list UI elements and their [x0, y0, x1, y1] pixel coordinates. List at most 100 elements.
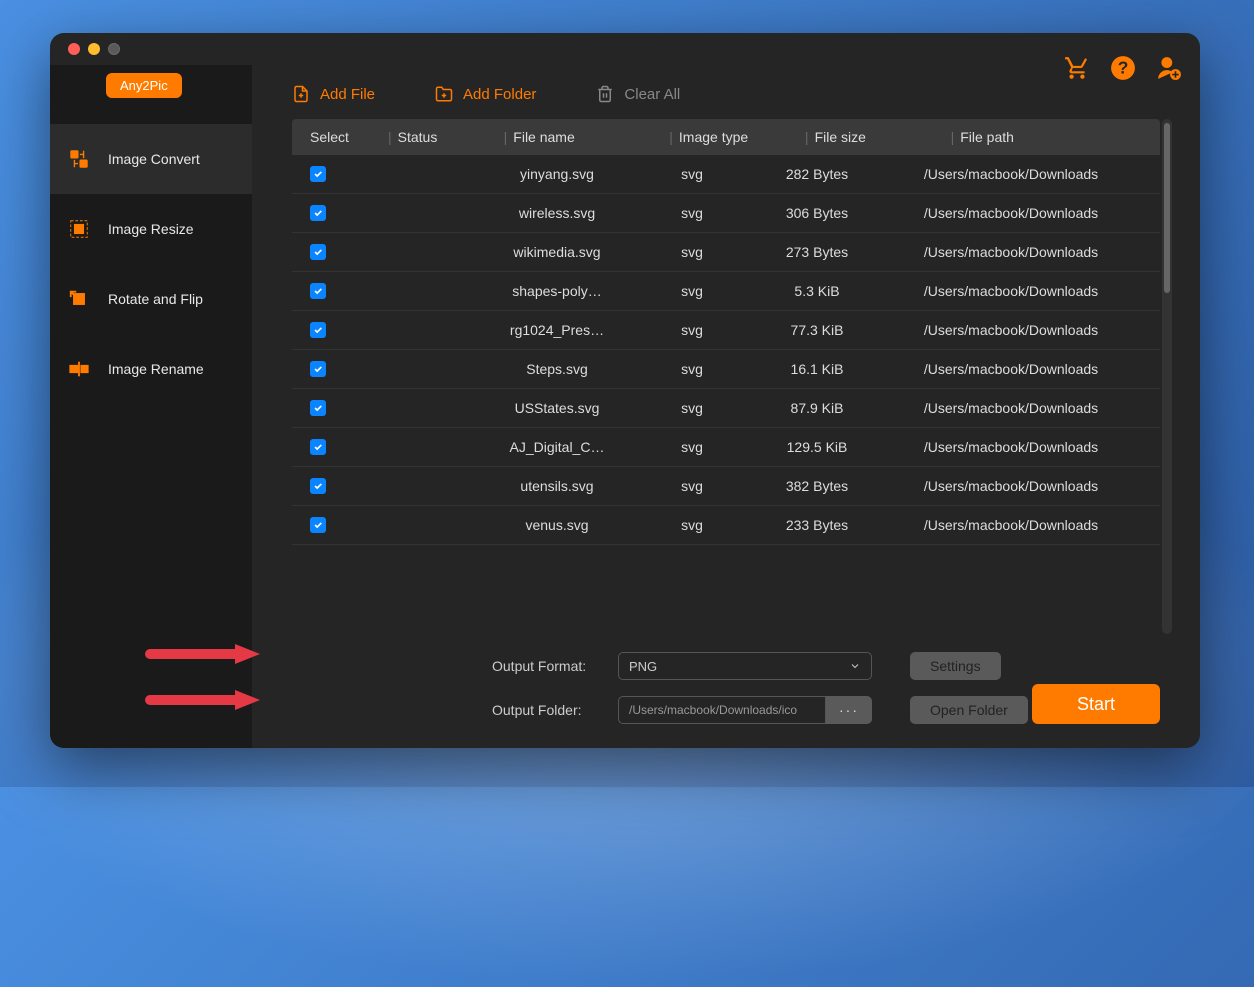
add-folder-icon: [435, 85, 453, 103]
row-size: 273 Bytes: [752, 244, 882, 260]
open-folder-button[interactable]: Open Folder: [910, 696, 1028, 724]
table-row[interactable]: yinyang.svg svg 282 Bytes /Users/macbook…: [292, 155, 1160, 194]
add-folder-button[interactable]: Add Folder: [435, 85, 536, 103]
sidebar-item-image-convert[interactable]: Image Convert: [50, 124, 252, 194]
scrollbar-thumb[interactable]: [1164, 123, 1170, 293]
browse-folder-button[interactable]: ···: [826, 696, 872, 724]
sidebar: Any2Pic Image Convert Image ResizeRotate …: [50, 65, 252, 748]
row-filename: venus.svg: [482, 517, 632, 533]
row-filename: shapes-poly…: [482, 283, 632, 299]
add-file-button[interactable]: Add File: [292, 85, 375, 103]
table-row[interactable]: wikimedia.svg svg 273 Bytes /Users/macbo…: [292, 233, 1160, 272]
scrollbar[interactable]: [1162, 119, 1172, 634]
settings-button[interactable]: Settings: [910, 652, 1001, 680]
row-checkbox[interactable]: [310, 400, 326, 416]
row-type: svg: [632, 361, 752, 377]
row-size: 5.3 KiB: [752, 283, 882, 299]
clear-all-button[interactable]: Clear All: [596, 85, 680, 103]
table-row[interactable]: USStates.svg svg 87.9 KiB /Users/macbook…: [292, 389, 1160, 428]
row-checkbox[interactable]: [310, 517, 326, 533]
window-controls: [68, 43, 120, 55]
table-row[interactable]: shapes-poly… svg 5.3 KiB /Users/macbook/…: [292, 272, 1160, 311]
start-button[interactable]: Start: [1032, 684, 1160, 724]
table-row[interactable]: wireless.svg svg 306 Bytes /Users/macboo…: [292, 194, 1160, 233]
row-checkbox[interactable]: [310, 361, 326, 377]
row-path: /Users/macbook/Downloads: [882, 439, 1160, 455]
row-type: svg: [632, 517, 752, 533]
sidebar-item-rotate-and-flip[interactable]: Rotate and Flip: [50, 264, 252, 334]
sidebar-item-image-resize[interactable]: Image Resize: [50, 194, 252, 264]
row-path: /Users/macbook/Downloads: [882, 361, 1160, 377]
row-path: /Users/macbook/Downloads: [882, 244, 1160, 260]
row-type: svg: [632, 322, 752, 338]
table-row[interactable]: venus.svg svg 233 Bytes /Users/macbook/D…: [292, 506, 1160, 545]
rename-icon: [68, 358, 90, 380]
table-row[interactable]: AJ_Digital_C… svg 129.5 KiB /Users/macbo…: [292, 428, 1160, 467]
row-filename: rg1024_Pres…: [482, 322, 632, 338]
row-type: svg: [632, 283, 752, 299]
row-type: svg: [632, 400, 752, 416]
row-filename: USStates.svg: [482, 400, 632, 416]
minimize-window-button[interactable]: [88, 43, 100, 55]
sidebar-item-image-rename[interactable]: Image Rename: [50, 334, 252, 404]
app-window: ? Any2Pic Image Convert Image ResizeRotat…: [50, 33, 1200, 748]
row-size: 77.3 KiB: [752, 322, 882, 338]
row-path: /Users/macbook/Downloads: [882, 283, 1160, 299]
row-checkbox[interactable]: [310, 166, 326, 182]
table-header-row: Select | Status | File name | Image type…: [292, 119, 1160, 155]
close-window-button[interactable]: [68, 43, 80, 55]
footer-panel: Output Format: PNG Settings Output Folde…: [252, 634, 1200, 748]
row-type: svg: [632, 244, 752, 260]
row-size: 129.5 KiB: [752, 439, 882, 455]
output-format-label: Output Format:: [492, 658, 600, 674]
row-filename: wireless.svg: [482, 205, 632, 221]
row-checkbox[interactable]: [310, 205, 326, 221]
row-path: /Users/macbook/Downloads: [882, 166, 1160, 182]
titlebar: ?: [50, 33, 1200, 65]
output-folder-label: Output Folder:: [492, 702, 600, 718]
toolbar: Add File Add Folder Clear All: [252, 65, 1200, 119]
row-type: svg: [632, 205, 752, 221]
table-row[interactable]: Steps.svg svg 16.1 KiB /Users/macbook/Do…: [292, 350, 1160, 389]
row-path: /Users/macbook/Downloads: [882, 517, 1160, 533]
row-type: svg: [632, 478, 752, 494]
resize-icon: [68, 218, 90, 240]
row-filename: utensils.svg: [482, 478, 632, 494]
add-file-icon: [292, 85, 310, 103]
row-checkbox[interactable]: [310, 439, 326, 455]
row-filename: yinyang.svg: [482, 166, 632, 182]
row-filename: AJ_Digital_C…: [482, 439, 632, 455]
table-row[interactable]: rg1024_Pres… svg 77.3 KiB /Users/macbook…: [292, 311, 1160, 350]
row-checkbox[interactable]: [310, 283, 326, 299]
sidebar-item-label: Image Rename: [108, 361, 204, 377]
row-size: 233 Bytes: [752, 517, 882, 533]
convert-icon: [68, 148, 90, 170]
svg-text:?: ?: [1118, 57, 1129, 77]
row-path: /Users/macbook/Downloads: [882, 205, 1160, 221]
table-row[interactable]: utensils.svg svg 382 Bytes /Users/macboo…: [292, 467, 1160, 506]
row-size: 306 Bytes: [752, 205, 882, 221]
output-format-dropdown[interactable]: PNG: [618, 652, 872, 680]
row-checkbox[interactable]: [310, 244, 326, 260]
row-type: svg: [632, 439, 752, 455]
rotate-icon: [68, 288, 90, 310]
row-path: /Users/macbook/Downloads: [882, 400, 1160, 416]
app-name-badge: Any2Pic: [106, 73, 182, 98]
output-folder-input[interactable]: /Users/macbook/Downloads/ico: [618, 696, 826, 724]
row-path: /Users/macbook/Downloads: [882, 322, 1160, 338]
row-filename: Steps.svg: [482, 361, 632, 377]
row-checkbox[interactable]: [310, 478, 326, 494]
maximize-window-button[interactable]: [108, 43, 120, 55]
cart-icon[interactable]: [1064, 55, 1090, 81]
file-table: Select | Status | File name | Image type…: [252, 119, 1200, 634]
help-icon[interactable]: ?: [1110, 55, 1136, 81]
user-add-icon[interactable]: [1156, 55, 1182, 81]
row-size: 382 Bytes: [752, 478, 882, 494]
sidebar-item-label: Image Convert: [108, 151, 200, 167]
row-checkbox[interactable]: [310, 322, 326, 338]
chevron-down-icon: [849, 660, 861, 672]
trash-icon: [596, 85, 614, 103]
row-size: 16.1 KiB: [752, 361, 882, 377]
main-panel: Add File Add Folder Clear All Select | S…: [252, 65, 1200, 748]
row-path: /Users/macbook/Downloads: [882, 478, 1160, 494]
